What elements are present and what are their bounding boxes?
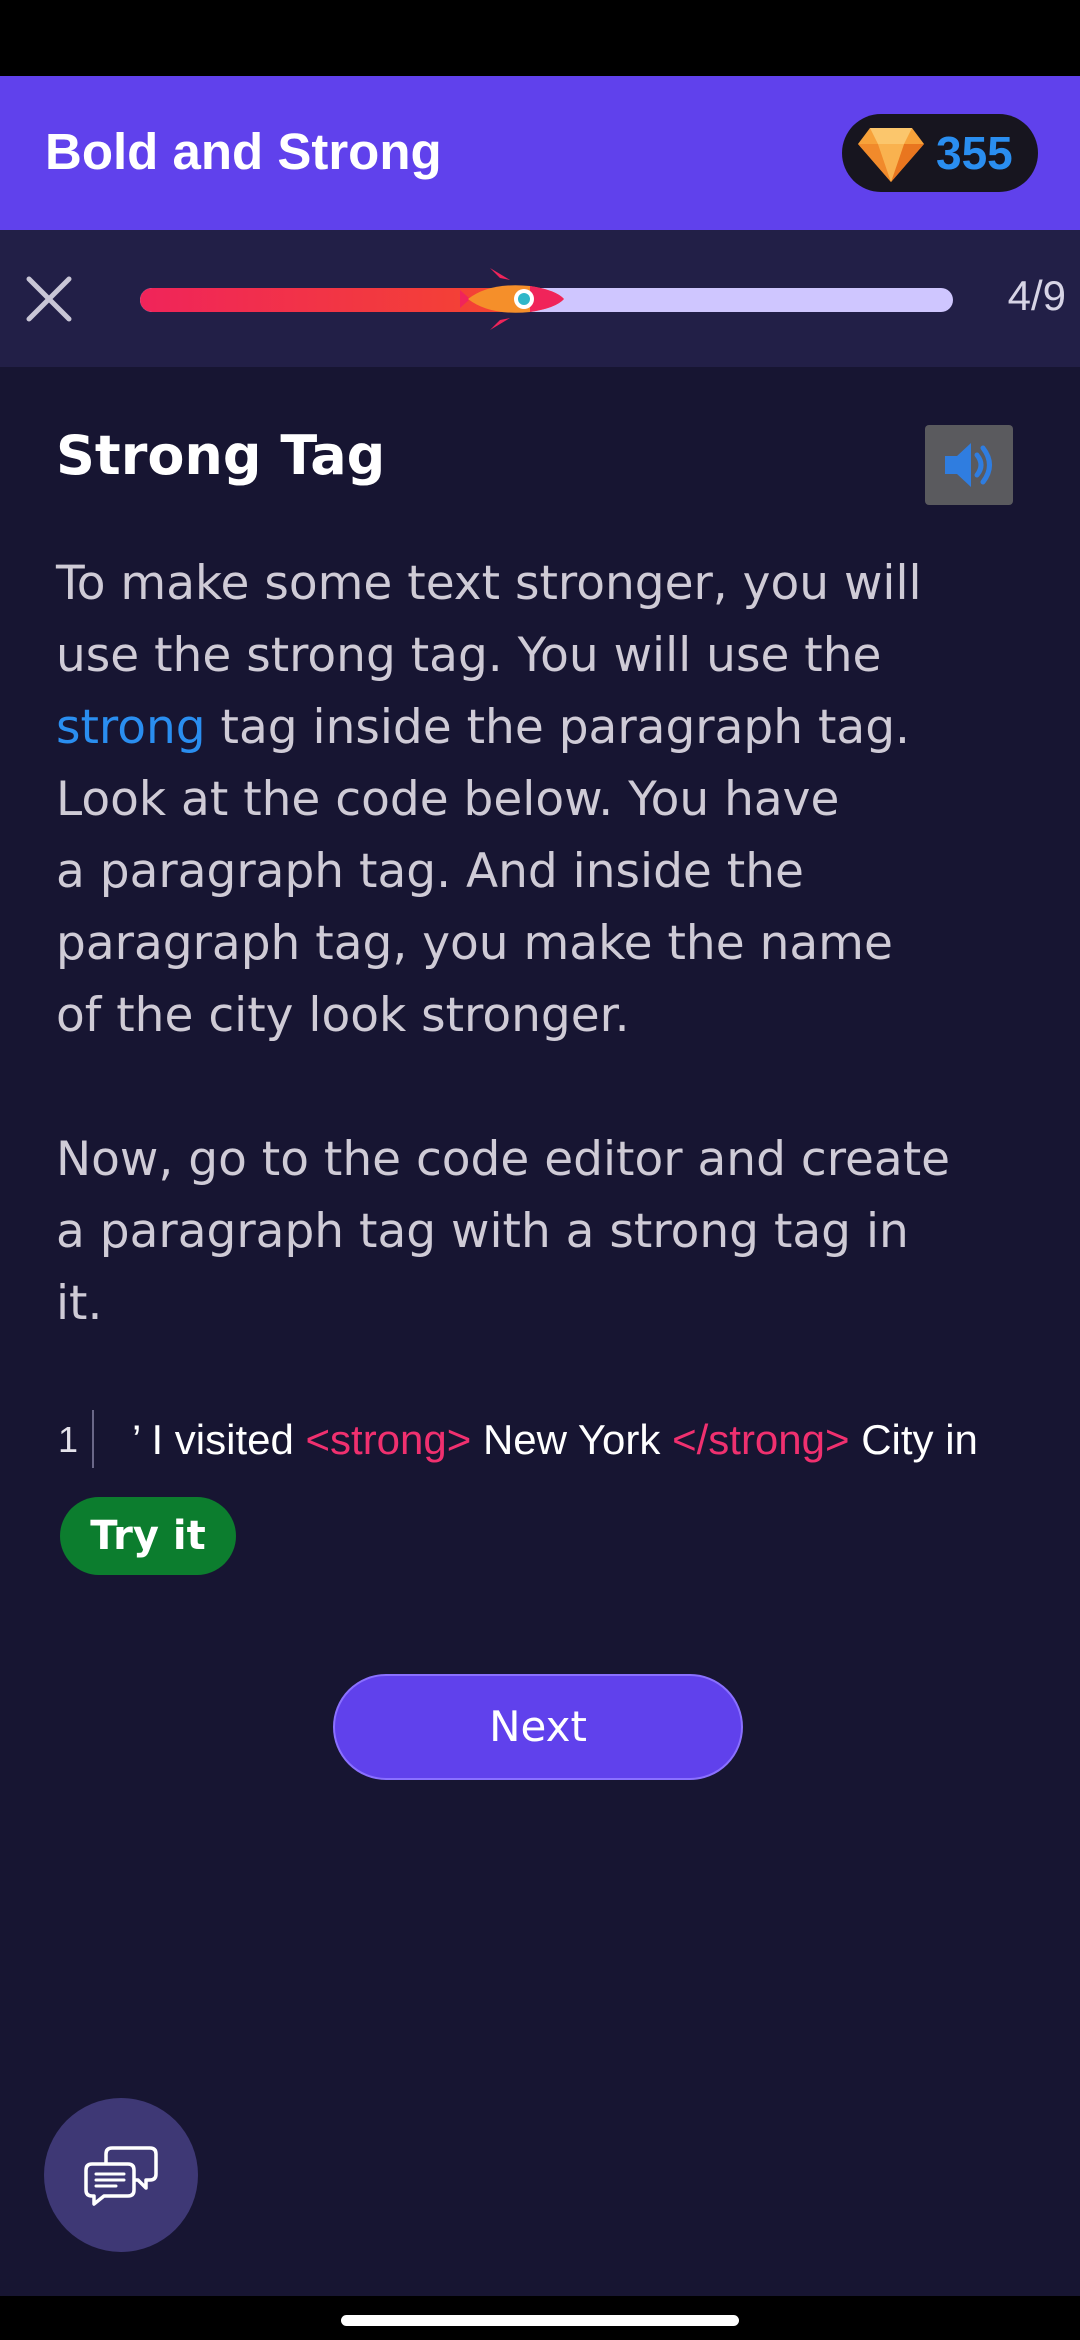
try-it-button[interactable]: Try it: [60, 1497, 236, 1575]
app-bar: Bold and Strong 355: [0, 76, 1080, 230]
app-title: Bold and Strong: [45, 123, 442, 180]
code-text: ’ I visited <strong> New York </strong> …: [132, 1408, 978, 1472]
chat-button[interactable]: [44, 2098, 198, 2252]
close-icon[interactable]: [24, 274, 74, 324]
body-text-segment: it.: [56, 1276, 103, 1331]
body-text-segment: paragraph tag, you make the name: [56, 916, 893, 971]
chat-bubbles-icon: [84, 2146, 158, 2206]
body-text-segment: a paragraph tag with a strong tag in: [56, 1204, 909, 1259]
progress-row: 4/9: [0, 230, 1080, 367]
body-line: a paragraph tag with a strong tag in: [56, 1196, 1046, 1268]
line-number: 1: [58, 1419, 79, 1460]
lesson-title: Strong Tag: [56, 424, 386, 487]
rocket-icon: [460, 268, 564, 330]
diamond-icon: [858, 128, 924, 182]
body-text-segment: use the strong tag. You will use the: [56, 628, 882, 683]
body-line: it.: [56, 1268, 1046, 1340]
home-indicator[interactable]: [341, 2315, 739, 2326]
body-text-segment: Look at the code below. You have: [56, 772, 840, 827]
code-tag: <strong>: [305, 1416, 472, 1463]
body-line: of the city look stronger.: [56, 980, 1046, 1052]
code-plain-text: City in: [849, 1416, 978, 1463]
code-plain-text: ’ I visited: [132, 1416, 306, 1463]
gem-count: 355: [936, 127, 1013, 179]
step-counter: 4/9: [1007, 272, 1066, 319]
body-text-segment: tag inside the paragraph tag.: [205, 700, 910, 755]
body-text-segment: of the city look stronger.: [56, 988, 630, 1043]
body-line: Look at the code below. You have: [56, 764, 1046, 836]
audio-button[interactable]: [925, 425, 1013, 505]
body-line: To make some text stronger, you will: [56, 548, 1046, 620]
lesson-body: To make some text stronger, you will use …: [56, 548, 1046, 1340]
body-text-segment: Now, go to the code editor and create: [56, 1132, 951, 1187]
code-plain-text: New York: [471, 1416, 673, 1463]
next-button[interactable]: Next: [333, 1674, 743, 1780]
body-line: paragraph tag, you make the name: [56, 908, 1046, 980]
body-line: Now, go to the code editor and create: [56, 1124, 1046, 1196]
speaker-icon: [945, 443, 992, 487]
code-snippet: 1 ’ I visited <strong> New York </strong…: [56, 1408, 1056, 1472]
gutter-divider: [92, 1410, 94, 1468]
gems-badge[interactable]: 355: [842, 114, 1038, 192]
body-text-segment: To make some text stronger, you will: [56, 556, 922, 611]
body-line: a paragraph tag. And inside the: [56, 836, 1046, 908]
lesson-screen: Bold and Strong 355 4/9 Strong Tag To ma…: [0, 0, 1080, 2340]
status-bar: [0, 0, 1080, 76]
keyword-highlight: strong: [56, 700, 206, 755]
body-line: strong tag inside the paragraph tag.: [56, 692, 1046, 764]
body-line: use the strong tag. You will use the: [56, 620, 1046, 692]
code-tag: </strong>: [672, 1416, 850, 1463]
body-text-segment: a paragraph tag. And inside the: [56, 844, 804, 899]
